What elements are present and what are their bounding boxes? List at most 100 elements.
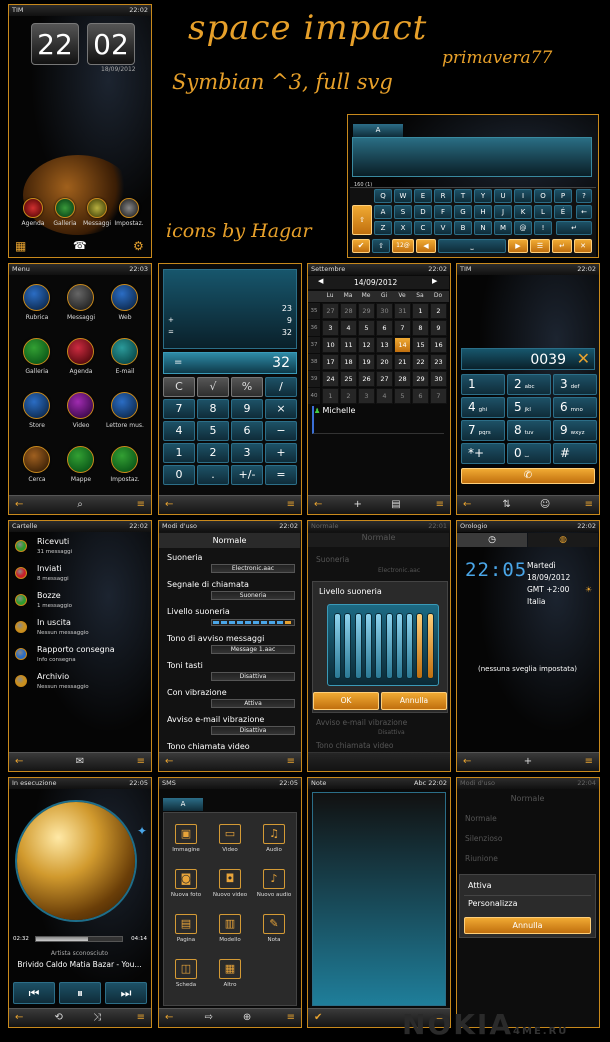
attach-nuovo-audio-icon[interactable]: ♪ [263, 869, 285, 889]
menu-item-icon[interactable] [111, 392, 138, 419]
dial-key[interactable]: 4 ghi [461, 397, 505, 418]
attach-nuovo-video-icon[interactable]: ◘ [219, 869, 241, 889]
next-track-button[interactable]: ⏭ [105, 982, 147, 1004]
left-arrow-key[interactable]: ◀ [416, 239, 436, 253]
attach-scheda-icon[interactable]: ◫ [175, 959, 197, 979]
calc-key[interactable]: 1 [163, 443, 195, 463]
ok-button[interactable]: OK [313, 692, 379, 710]
calc-key[interactable]: 2 [197, 443, 229, 463]
calendar-day[interactable]: 22 [412, 354, 429, 370]
dial-key[interactable]: 1 [461, 374, 505, 395]
dial-key[interactable]: 9 wxyz [553, 420, 597, 441]
event-item[interactable]: ♟ Michelle [312, 406, 444, 434]
profile-setting[interactable]: Toni tasti Disattiva [159, 659, 300, 685]
calendar-day[interactable]: 5 [358, 320, 375, 336]
key-l[interactable]: L [534, 205, 552, 219]
add-contact-icon[interactable]: ☺ [540, 499, 550, 510]
calc-key[interactable]: C [163, 377, 195, 397]
calc-key[interactable]: % [231, 377, 263, 397]
calendar-day[interactable]: 21 [394, 354, 411, 370]
calendar-day[interactable]: 20 [376, 354, 393, 370]
calendar-day[interactable]: 3 [358, 388, 375, 404]
gallery-shortcut[interactable] [55, 198, 75, 218]
options-icon[interactable]: ≡ [287, 1012, 295, 1023]
call-button[interactable]: ✆ [461, 468, 595, 484]
space-key[interactable]: ⎵ [438, 239, 506, 253]
calc-key[interactable]: − [265, 421, 297, 441]
calendar-day[interactable]: 15 [412, 337, 429, 353]
cancel-button[interactable]: Annulla [381, 692, 447, 710]
key-q[interactable]: Q [374, 189, 392, 203]
folder-item[interactable]: Archivio Nessun messaggio [9, 670, 150, 696]
folder-item[interactable]: In uscita Nessun messaggio [9, 616, 150, 642]
messages-shortcut[interactable] [87, 198, 107, 218]
profile-setting[interactable]: Suoneria Electronic.aac [159, 551, 300, 577]
menu-item-icon[interactable] [67, 446, 94, 473]
key-o[interactable]: O [534, 189, 552, 203]
profile-setting[interactable]: Tono di avviso messaggi Message 1.aac [159, 632, 300, 658]
calc-key[interactable]: = [265, 465, 297, 485]
dial-key[interactable]: 6 mno [553, 397, 597, 418]
options-icon[interactable]: ≡ [137, 499, 145, 510]
key-g[interactable]: G [454, 205, 472, 219]
folder-item[interactable]: Bozze 1 messaggio [9, 589, 150, 615]
close-keyboard-key[interactable]: ✕ [574, 239, 592, 253]
return-key[interactable]: ↵ [552, 239, 572, 253]
calendar-day[interactable]: 2 [340, 388, 357, 404]
calendar-day[interactable]: 29 [358, 303, 375, 319]
back-icon[interactable]: ← [463, 499, 471, 510]
confirm-key[interactable]: ✔ [352, 239, 370, 253]
next-month-icon[interactable]: ▶ [432, 277, 437, 285]
calendar-day[interactable]: 7 [430, 388, 447, 404]
dial-key[interactable]: 0 ⌴ [507, 443, 551, 464]
key-@[interactable]: @ [514, 221, 532, 235]
search-icon[interactable]: ⌕ [77, 499, 83, 510]
calendar-day[interactable]: 16 [430, 337, 447, 353]
dial-key[interactable]: # [553, 443, 597, 464]
key-s[interactable]: S [394, 205, 412, 219]
add-alarm-icon[interactable]: + [524, 756, 532, 767]
calendar-day[interactable]: 1 [412, 303, 429, 319]
key-i[interactable]: I [514, 189, 532, 203]
key-u[interactable]: U [494, 189, 512, 203]
calc-key[interactable]: +/- [231, 465, 263, 485]
menu-item-icon[interactable] [23, 338, 50, 365]
calendar-day[interactable]: 25 [340, 371, 357, 387]
prev-month-icon[interactable]: ◀ [318, 277, 323, 285]
attach-pagina-icon[interactable]: ▤ [175, 914, 197, 934]
folder-item[interactable]: Rapporto consegna Info consegna [9, 643, 150, 669]
calendar-day[interactable]: 9 [430, 320, 447, 336]
clock-widget[interactable]: 22 02 18/09/2012 [31, 23, 136, 73]
key-é[interactable]: É [554, 205, 572, 219]
send-icon[interactable]: ⇨ [204, 1012, 212, 1023]
key-b[interactable]: B [454, 221, 472, 235]
dial-key[interactable]: 8 tuv [507, 420, 551, 441]
settings-shortcut[interactable] [119, 198, 139, 218]
menu-item-icon[interactable] [67, 392, 94, 419]
calc-key[interactable]: . [197, 465, 229, 485]
key-z[interactable]: Z [374, 221, 392, 235]
calc-key[interactable]: 9 [231, 399, 263, 419]
options-icon[interactable]: ≡ [137, 756, 145, 767]
volume-slider[interactable] [327, 604, 439, 686]
calc-key[interactable]: × [265, 399, 297, 419]
menu-item-icon[interactable] [23, 446, 50, 473]
calendar-day[interactable]: 12 [358, 337, 375, 353]
key-w[interactable]: W [394, 189, 412, 203]
dial-key[interactable]: 3 def [553, 374, 597, 395]
calc-key[interactable]: 0 [163, 465, 195, 485]
customize-menu-item[interactable]: Personalizza [468, 899, 518, 908]
calendar-day[interactable]: 19 [358, 354, 375, 370]
delete-icon[interactable]: ✕ [577, 349, 590, 368]
calendar-day[interactable]: 6 [376, 320, 393, 336]
menu-item-icon[interactable] [23, 284, 50, 311]
attach-audio-icon[interactable]: ♫ [263, 824, 285, 844]
profile-setting[interactable]: Avviso e-mail vibrazione Disattiva [159, 713, 300, 739]
options-icon[interactable]: ≡ [585, 499, 593, 510]
calendar-day[interactable]: 30 [430, 371, 447, 387]
key-a[interactable]: A [374, 205, 392, 219]
calendar-day[interactable]: 27 [322, 303, 339, 319]
calendar-day[interactable]: 18 [340, 354, 357, 370]
back-icon[interactable]: ← [463, 756, 471, 767]
activate-menu-item[interactable]: Attiva [468, 881, 491, 890]
